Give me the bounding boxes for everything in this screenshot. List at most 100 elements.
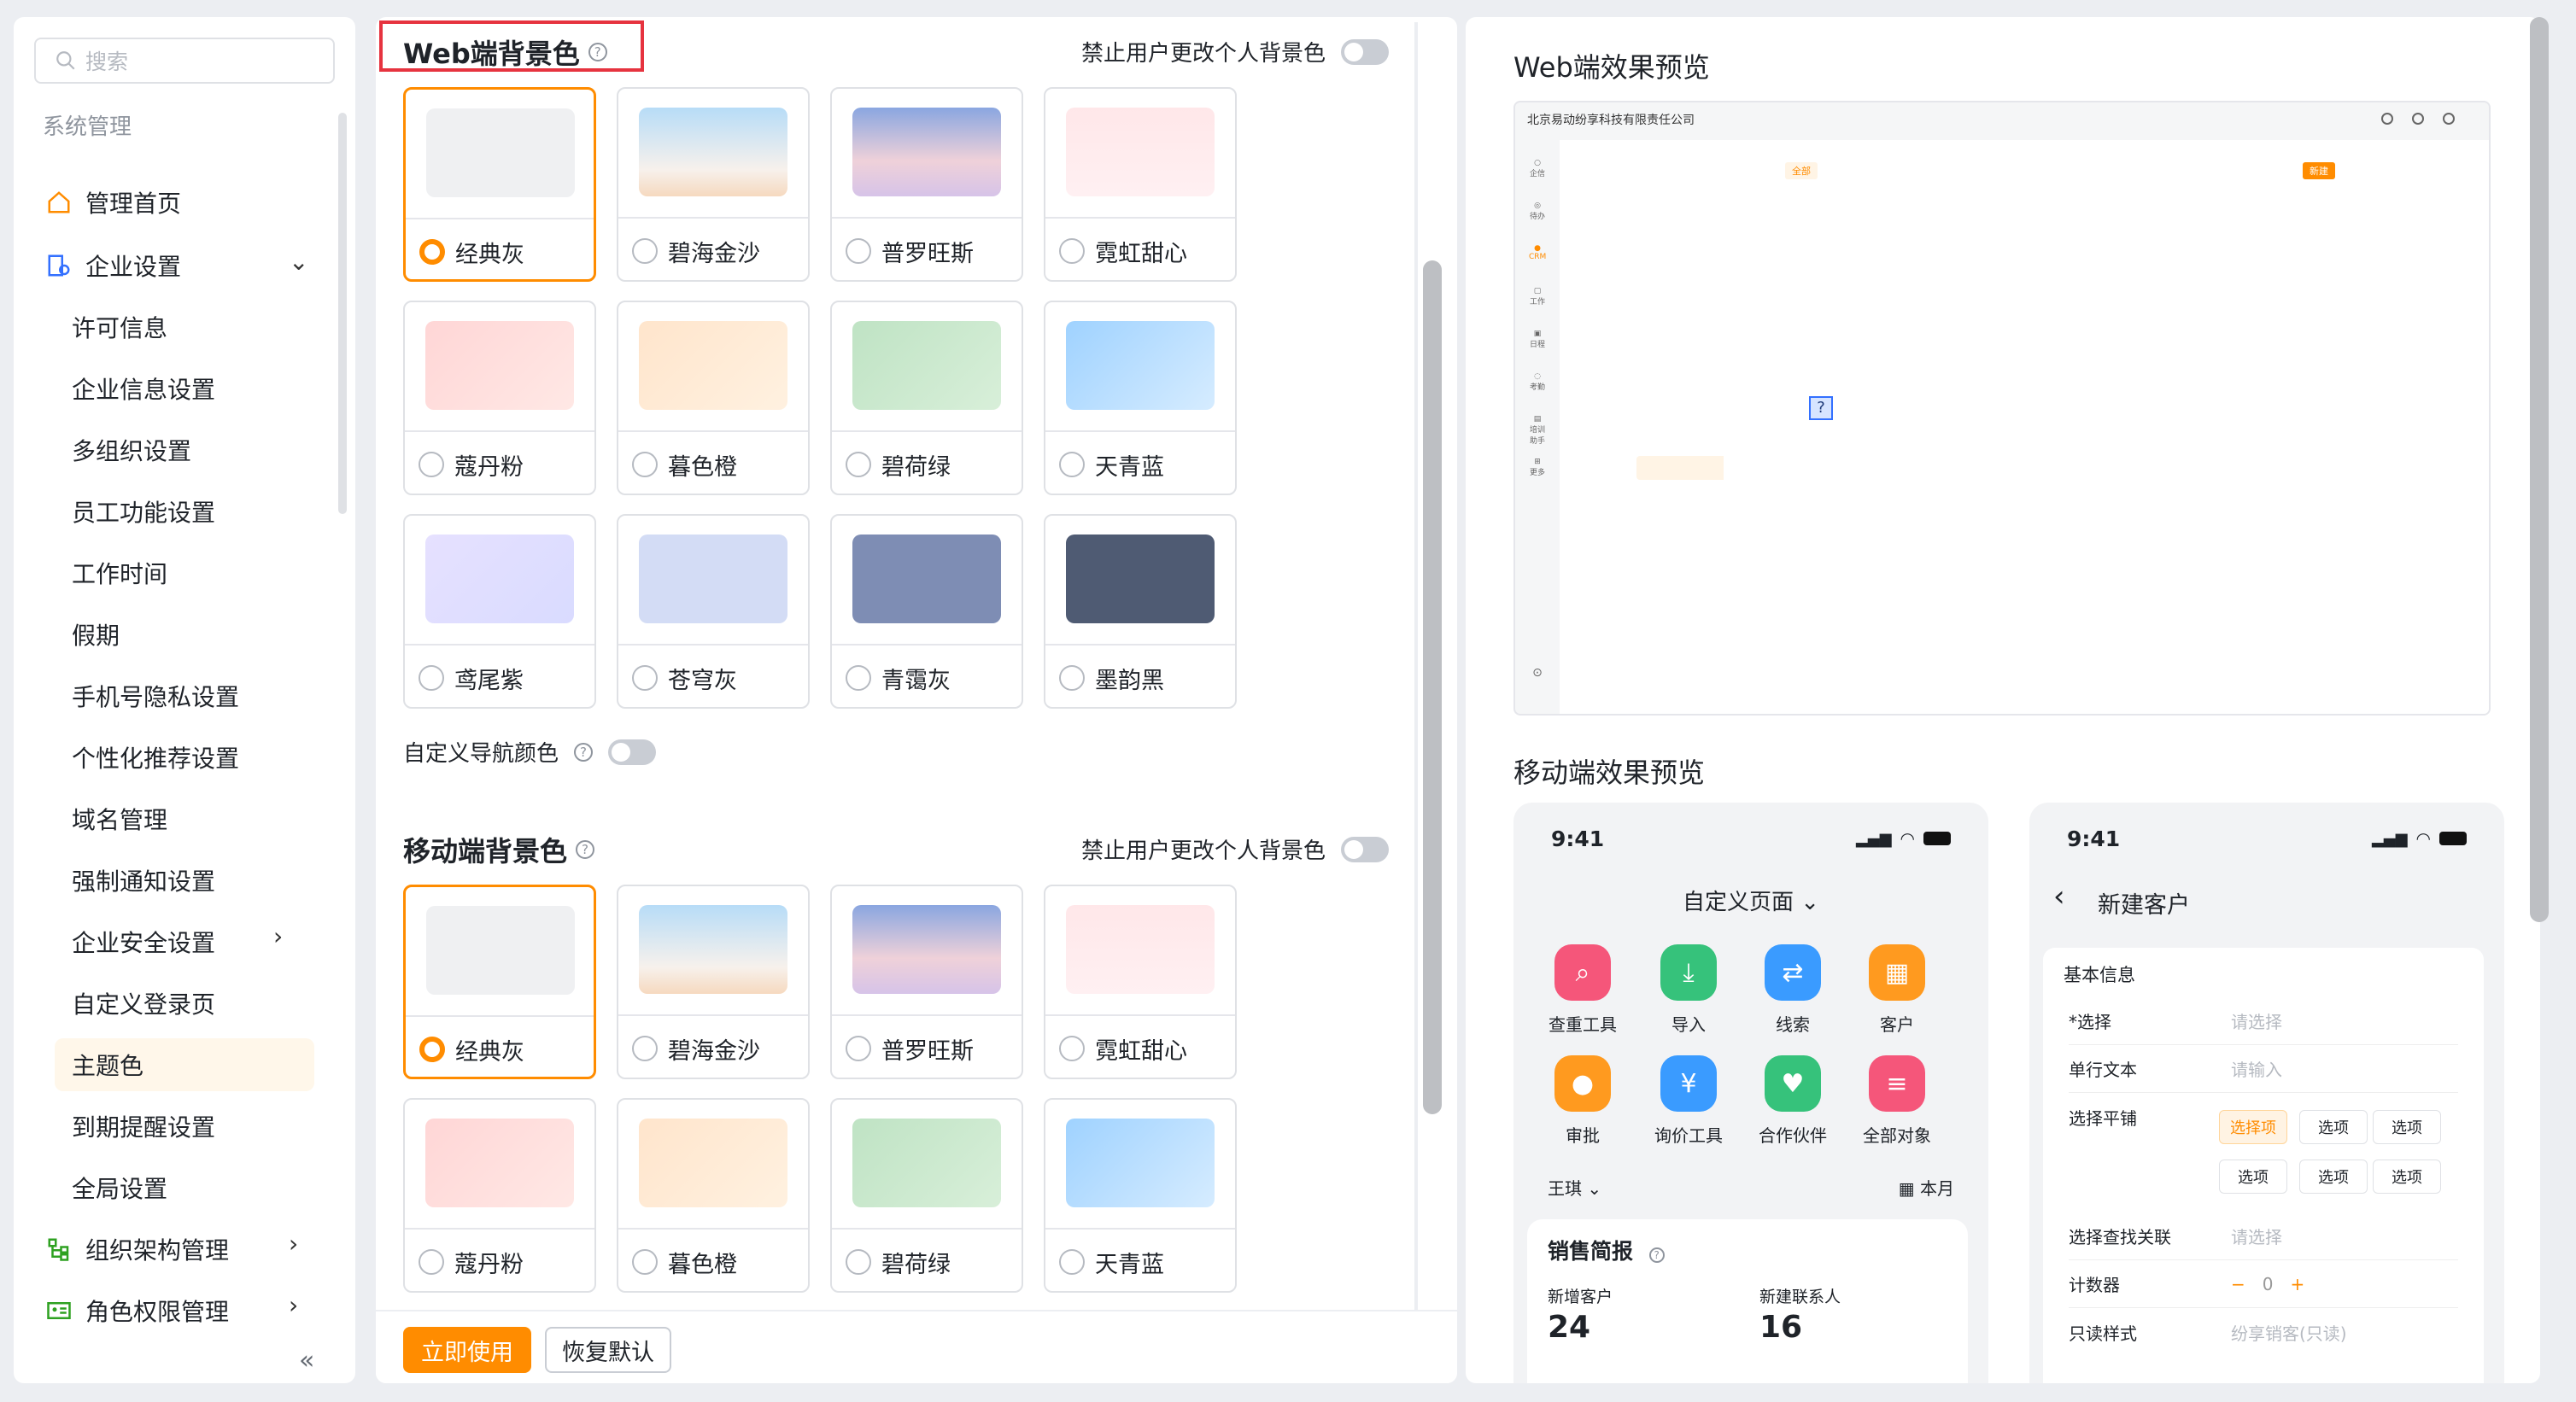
- sidebar-item-global-settings[interactable]: 全局设置: [72, 1161, 167, 1214]
- web-bg-option[interactable]: 碧海金沙: [617, 87, 810, 282]
- web-bg-option[interactable]: 墨韵黑: [1044, 514, 1237, 709]
- nav-item: ▣ 日程: [1529, 330, 1545, 349]
- radio[interactable]: [632, 665, 658, 691]
- nav-item: ▢ 工作: [1529, 287, 1545, 307]
- web-bg-option[interactable]: 霓虹甜心: [1044, 87, 1237, 282]
- mobile-bg-option[interactable]: 天青蓝: [1044, 1098, 1237, 1293]
- mobile-bg-option[interactable]: 碧海金沙: [617, 885, 810, 1079]
- search-input[interactable]: 搜索: [34, 38, 335, 84]
- radio[interactable]: [846, 1036, 871, 1061]
- help-icon[interactable]: ?: [588, 43, 607, 61]
- sidebar-item-security[interactable]: 企业安全设置: [72, 915, 215, 968]
- sidebar-item-multi-org[interactable]: 多组织设置: [72, 424, 191, 476]
- chip-new: 新建: [2303, 162, 2335, 179]
- sidebar-item-label: 自定义登录页: [72, 990, 216, 1019]
- color-swatch: [852, 1119, 1001, 1207]
- web-bg-option[interactable]: 普罗旺斯: [830, 87, 1023, 282]
- radio[interactable]: [1059, 665, 1085, 691]
- radio[interactable]: [846, 238, 871, 264]
- sidebar-item-domain[interactable]: 域名管理: [72, 792, 167, 845]
- chevron-down-icon[interactable]: ⌄: [289, 248, 308, 276]
- form-row: 单行文本 请输入: [2069, 1045, 2458, 1093]
- radio[interactable]: [632, 452, 658, 477]
- sidebar-item-enterprise-settings[interactable]: 企业设置: [44, 239, 181, 292]
- tile-option: 选项: [2299, 1160, 2368, 1194]
- footer-bar: 立即使用 恢复默认: [376, 1310, 1457, 1383]
- mobile-bg-lock-label: 禁止用户更改个人背景色: [1081, 838, 1326, 864]
- mobile-bg-option[interactable]: 经典灰: [403, 885, 596, 1079]
- radio[interactable]: [632, 1036, 658, 1061]
- apply-button[interactable]: 立即使用: [403, 1327, 531, 1373]
- chevron-right-icon[interactable]: ›: [273, 922, 283, 950]
- collapse-sidebar-icon[interactable]: «: [299, 1346, 314, 1376]
- radio[interactable]: [1059, 452, 1085, 477]
- web-bg-option[interactable]: 暮色橙: [617, 301, 810, 495]
- help-icon[interactable]: ?: [574, 742, 594, 762]
- radio[interactable]: [632, 238, 658, 264]
- help-icon[interactable]: ?: [576, 840, 595, 859]
- form-card: 基本信息 *选择 请选择 单行文本 请输入 选择平铺 选择项 选项 选项 选项 选项…: [2043, 948, 2484, 1383]
- radio[interactable]: [632, 1249, 658, 1275]
- sidebar-item-org-structure[interactable]: 组织架构管理: [44, 1223, 229, 1276]
- web-bg-option[interactable]: 天青蓝: [1044, 301, 1237, 495]
- mobile-bg-option[interactable]: 霓虹甜心: [1044, 885, 1237, 1079]
- mobile-bg-option[interactable]: 普罗旺斯: [830, 885, 1023, 1079]
- option-label: 墨韵黑: [1095, 667, 1164, 694]
- sidebar-item-enterprise-info[interactable]: 企业信息设置: [72, 362, 215, 415]
- sidebar-item-expiry-reminder[interactable]: 到期提醒设置: [72, 1100, 215, 1153]
- radio[interactable]: [419, 665, 444, 691]
- radio[interactable]: [846, 452, 871, 477]
- sidebar-item-role-permissions[interactable]: 角色权限管理: [44, 1284, 229, 1337]
- sidebar-item-employee-features[interactable]: 员工功能设置: [72, 485, 215, 538]
- color-swatch: [639, 1119, 787, 1207]
- sidebar-item-phone-privacy[interactable]: 手机号隐私设置: [72, 669, 239, 722]
- sidebar-item-theme-color[interactable]: 主题色: [55, 1038, 314, 1091]
- radio-checked[interactable]: [419, 1037, 445, 1062]
- main-scrollbar[interactable]: [1423, 260, 1442, 1114]
- web-bg-option[interactable]: 蔻丹粉: [403, 301, 596, 495]
- web-bg-lock-toggle[interactable]: [1341, 38, 1390, 65]
- radio[interactable]: [419, 1249, 444, 1275]
- radio[interactable]: [419, 452, 444, 477]
- sidebar-item-license[interactable]: 许可信息: [72, 301, 167, 353]
- radio[interactable]: [1059, 1036, 1085, 1061]
- battery-icon: [1923, 832, 1951, 845]
- web-bg-option[interactable]: 经典灰: [403, 87, 596, 282]
- nav-item: ○ 企信: [1529, 159, 1545, 178]
- sidebar-item-label: 员工功能设置: [72, 499, 216, 527]
- color-swatch: [639, 905, 787, 994]
- sidebar-item-work-time[interactable]: 工作时间: [72, 546, 167, 599]
- web-preview-nav: ○ 企信 ◎ 待办 ● CRM ▢ 工作 ▣ 日程 ◌ 考勤 ▤ 培训助手 ⊞ 更多 ⊙: [1515, 137, 1560, 714]
- mobile-bg-option[interactable]: 蔻丹粉: [403, 1098, 596, 1293]
- sidebar-item-label: 企业安全设置: [72, 929, 216, 957]
- mobile-bg-lock-toggle[interactable]: [1341, 836, 1390, 862]
- web-bg-option[interactable]: 碧荷绿: [830, 301, 1023, 495]
- web-bg-option[interactable]: 鸢尾紫: [403, 514, 596, 709]
- status-bar: ▂▄▆ ◠: [2372, 828, 2467, 849]
- radio[interactable]: [1059, 1249, 1085, 1275]
- sidebar-item-holidays[interactable]: 假期: [72, 608, 120, 661]
- option-label: 暮色橙: [668, 1251, 737, 1278]
- sidebar-item-recommendation[interactable]: 个性化推荐设置: [72, 731, 239, 784]
- sidebar-item-custom-login[interactable]: 自定义登录页: [72, 977, 215, 1030]
- radio[interactable]: [1059, 238, 1085, 264]
- sidebar-item-home[interactable]: 管理首页: [44, 176, 181, 229]
- chevron-right-icon[interactable]: ›: [289, 1230, 298, 1258]
- option-label: 经典灰: [455, 241, 524, 268]
- preview-scrollbar[interactable]: [2530, 17, 2549, 922]
- sidebar-item-forced-notice[interactable]: 强制通知设置: [72, 854, 215, 907]
- web-bg-option[interactable]: 青霭灰: [830, 514, 1023, 709]
- web-bg-option[interactable]: 苍穹灰: [617, 514, 810, 709]
- mobile-bg-option[interactable]: 暮色橙: [617, 1098, 810, 1293]
- chevron-right-icon[interactable]: ›: [289, 1291, 298, 1319]
- option-label: 普罗旺斯: [881, 1037, 974, 1065]
- custom-nav-toggle[interactable]: [608, 739, 657, 765]
- user-icon: ●: [1554, 1055, 1611, 1112]
- radio-checked[interactable]: [419, 239, 445, 265]
- mobile-bg-option[interactable]: 碧荷绿: [830, 1098, 1023, 1293]
- web-preview-title: Web端效果预览: [1513, 51, 1710, 84]
- sidebar-scrollbar[interactable]: [338, 113, 347, 514]
- radio[interactable]: [846, 1249, 871, 1275]
- radio[interactable]: [846, 665, 871, 691]
- reset-button[interactable]: 恢复默认: [545, 1327, 671, 1373]
